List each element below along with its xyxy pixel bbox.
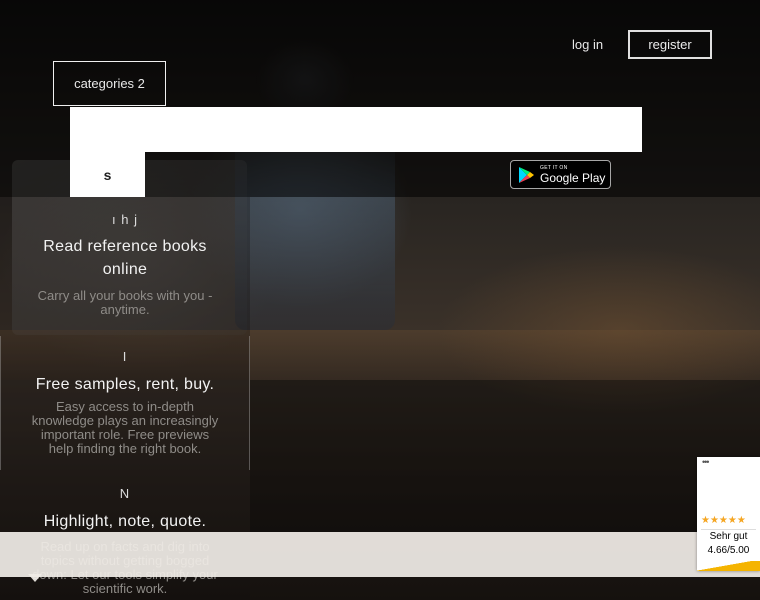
categories-button[interactable]: categories 2 xyxy=(53,61,166,106)
badge-divider xyxy=(701,529,756,530)
rating-label: Sehr gut xyxy=(709,531,748,542)
highlighter-icon: N xyxy=(119,486,131,501)
google-play-badge[interactable]: GET IT ON Google Play xyxy=(510,160,611,189)
feature-free-samples: I Free samples, rent, buy. Easy access t… xyxy=(0,349,250,456)
cookie-banner xyxy=(0,532,760,577)
search-input[interactable] xyxy=(70,107,642,152)
register-button[interactable]: register xyxy=(628,30,712,59)
rating-badge[interactable]: ••• ★★★★★ Sehr gut 4.66/5.00 xyxy=(697,457,760,571)
google-play-label: Google Play xyxy=(540,170,606,185)
lower-overlay xyxy=(250,380,760,532)
google-play-icon xyxy=(519,166,534,183)
search-button[interactable]: s xyxy=(70,152,145,197)
cookie-banner-arrow xyxy=(28,574,42,582)
google-play-small-label: GET IT ON xyxy=(540,164,568,171)
more-icon[interactable]: ••• xyxy=(702,457,710,467)
feature-title: Free samples, rent, buy. xyxy=(35,376,215,393)
feature-title: Highlight, note, quote. xyxy=(43,513,207,530)
stars-icon: ★★★★★ xyxy=(701,515,746,526)
book-icon: ı h j xyxy=(112,212,138,227)
rating-score: 4.66/5.00 xyxy=(707,545,750,556)
badge-ribbon xyxy=(697,561,760,571)
feature-description: Carry all your books with you - anytime. xyxy=(37,288,213,317)
feature-read-online: ı h j Read reference books online Carry … xyxy=(0,212,250,317)
login-link[interactable]: log in xyxy=(572,37,603,52)
tag-icon: I xyxy=(122,349,128,364)
feature-title: Read reference books online xyxy=(43,238,207,278)
feature-description: Easy access to in-depth knowledge plays … xyxy=(31,399,219,456)
